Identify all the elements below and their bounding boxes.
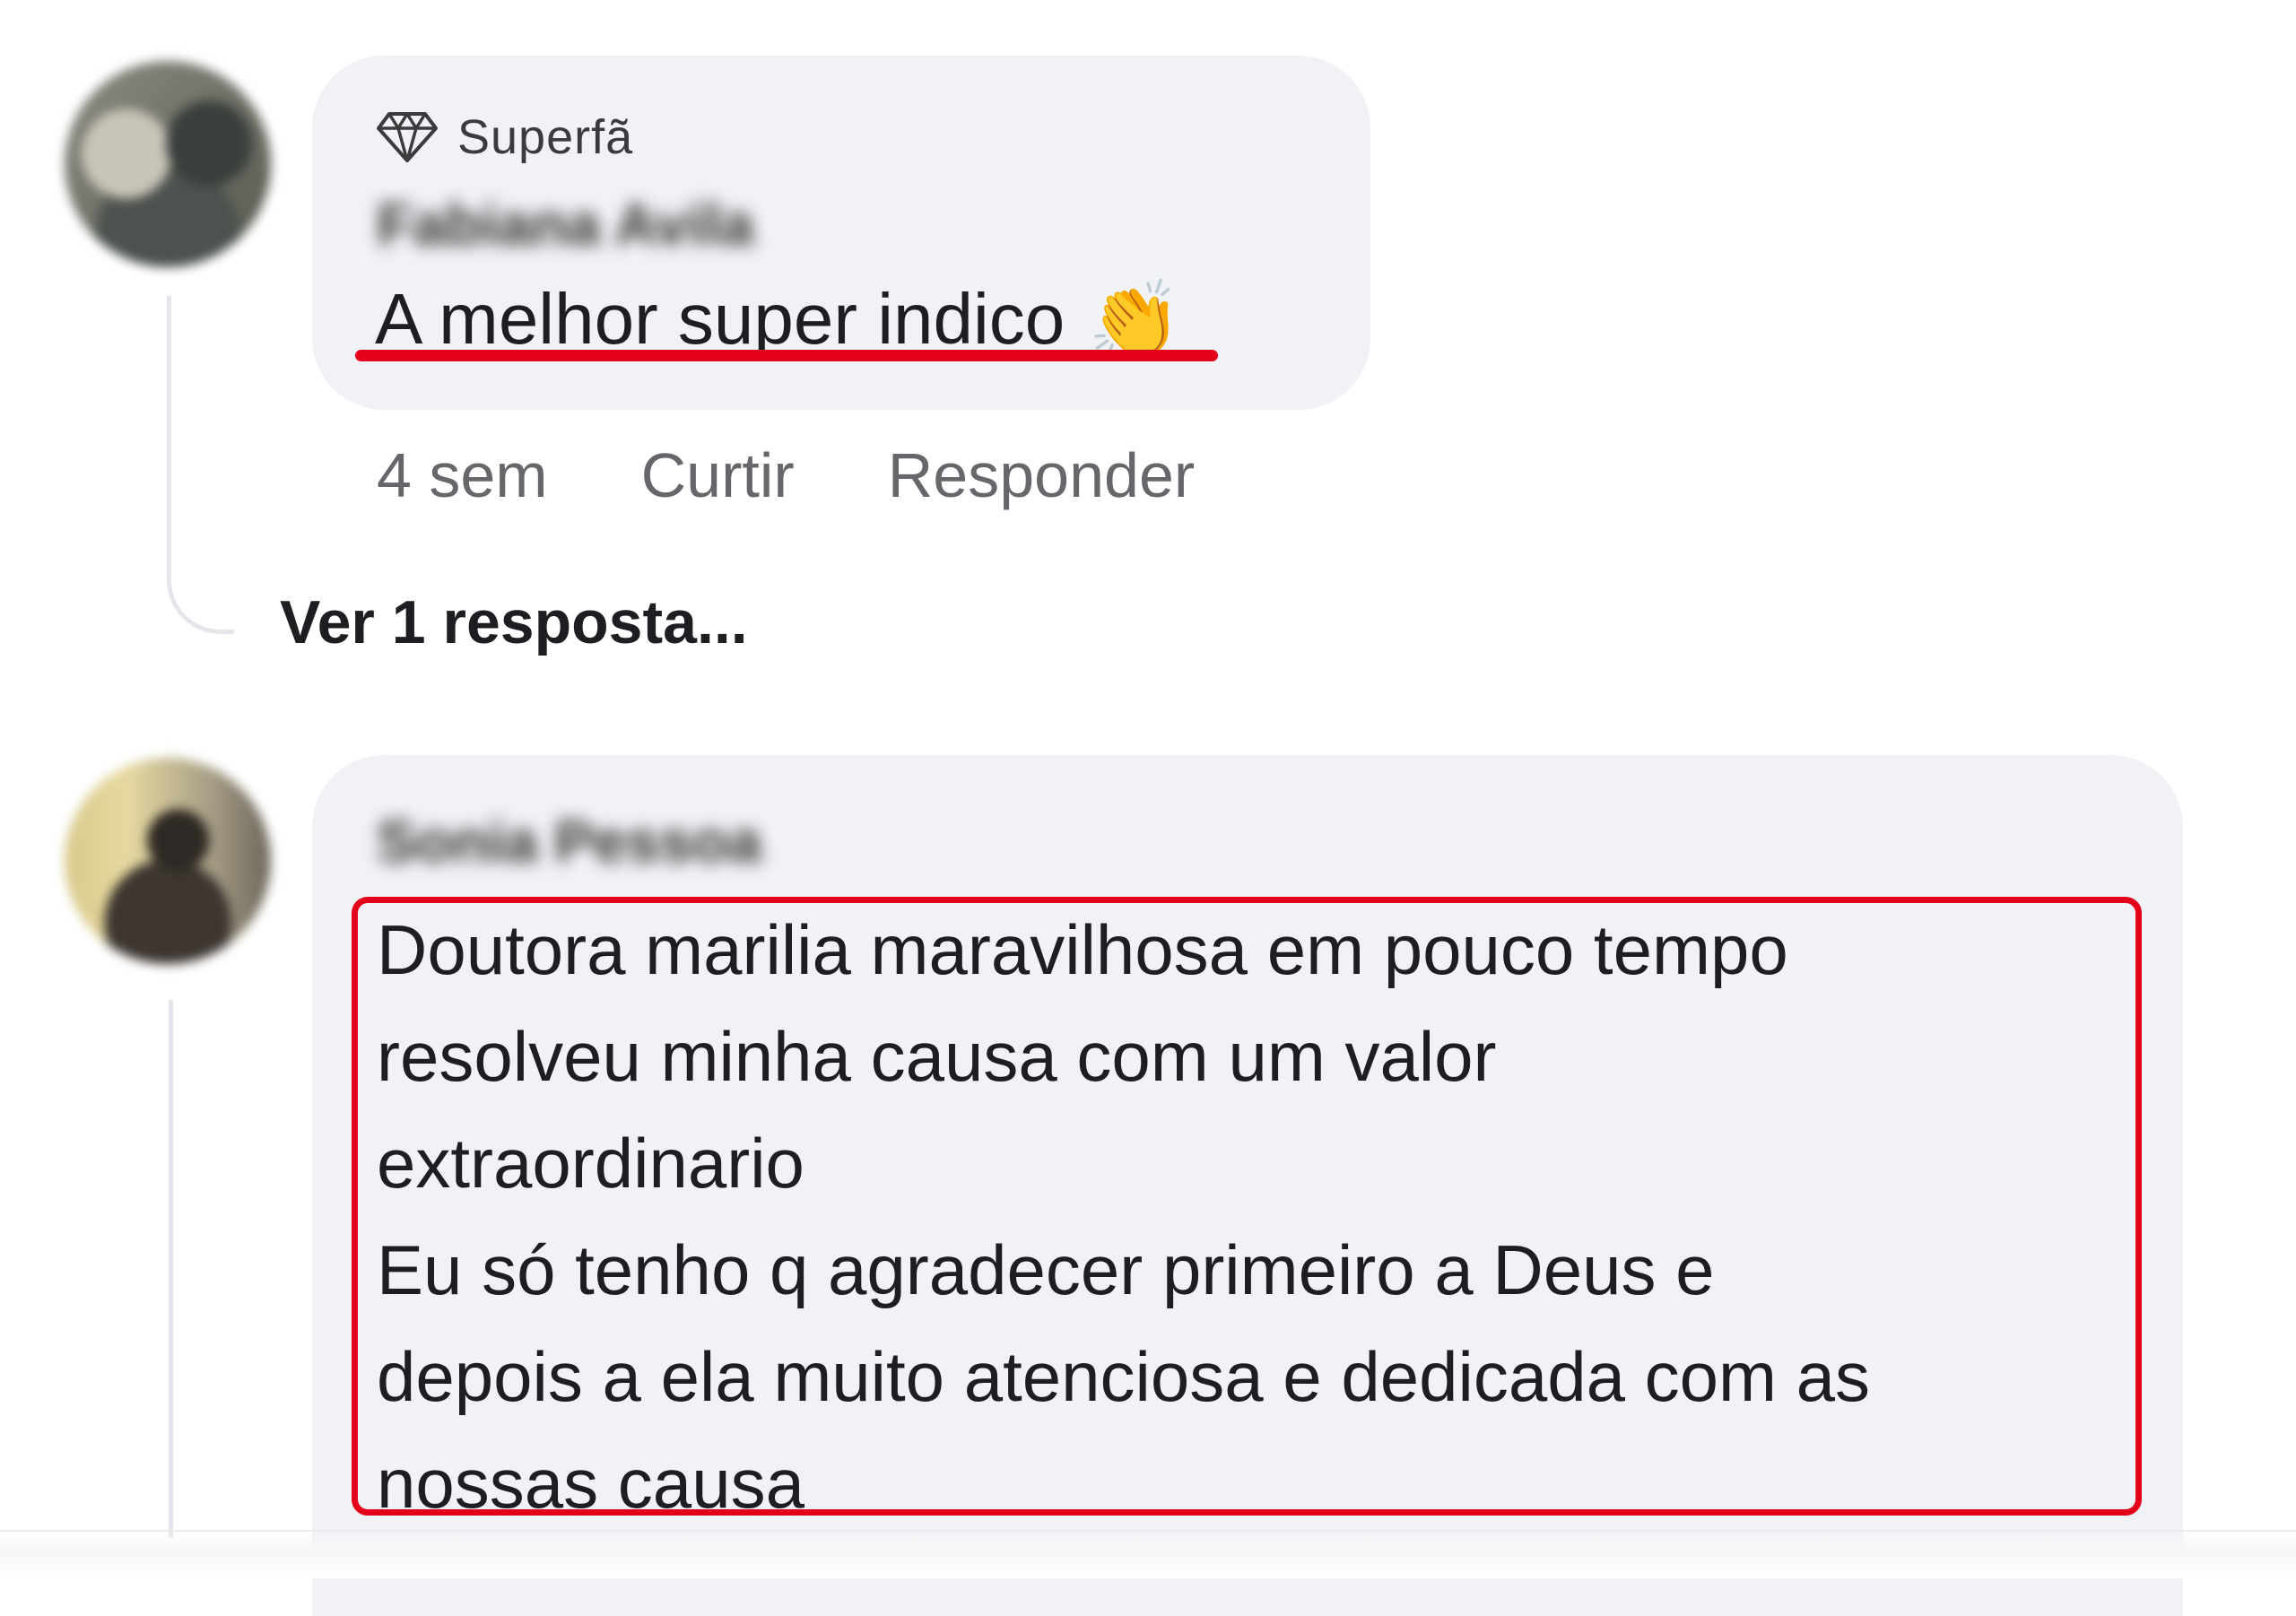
comment-text: A melhor super indico 👏 [375, 278, 1182, 361]
highlight-underline [355, 350, 1218, 361]
avatar[interactable] [65, 61, 271, 267]
comment-actions: 4 sem Curtir Responder [377, 439, 1195, 511]
reply-thread-connector [167, 296, 234, 634]
clapping-hands-emoji: 👏 [1088, 277, 1182, 361]
superfan-badge: Superfã [377, 106, 633, 169]
bottom-edge [0, 1530, 2296, 1578]
comment-body: A melhor super indico [375, 279, 1065, 359]
avatar[interactable] [65, 758, 271, 964]
comment-author-name[interactable]: Sonia Pessoa [377, 807, 761, 875]
like-button[interactable]: Curtir [641, 439, 795, 511]
diamond-icon [377, 112, 438, 162]
comment-timestamp[interactable]: 4 sem [377, 439, 548, 511]
comment-author-name[interactable]: Fabiana Avila [377, 190, 754, 258]
highlight-box [352, 897, 2142, 1516]
reply-button[interactable]: Responder [888, 439, 1195, 511]
reply-thread-line [169, 1000, 173, 1538]
view-replies-link[interactable]: Ver 1 resposta... [280, 587, 748, 657]
badge-label: Superfã [457, 110, 634, 164]
